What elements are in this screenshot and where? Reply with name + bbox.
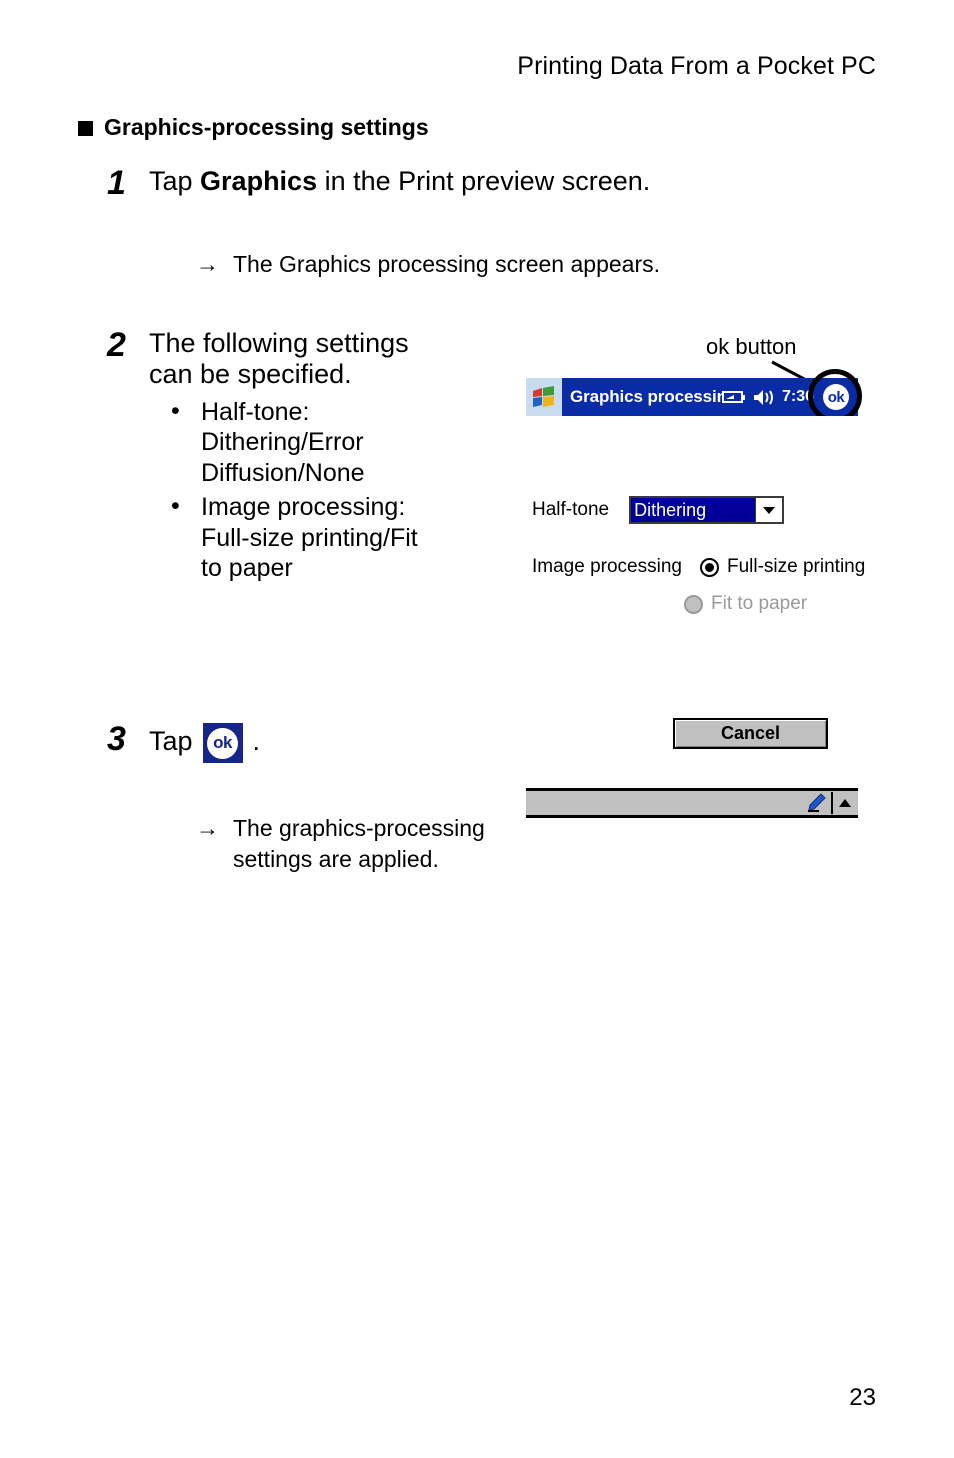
arrow-right-icon: →: [196, 815, 219, 841]
step-2-body: The following settings can be specified.…: [149, 328, 445, 588]
image-processing-row: Image processing Full-size printing: [532, 556, 865, 578]
step-1-text: Tap Graphics in the Print preview screen…: [149, 166, 650, 197]
halftone-row: Half-tone Dithering: [532, 496, 785, 524]
step-1-text-before: Tap: [149, 166, 201, 196]
step-1: 1 Tap Graphics in the Print preview scre…: [107, 164, 650, 202]
arrow-right-icon: →: [196, 251, 219, 277]
page-number: 23: [849, 1384, 876, 1411]
caret-down-glyph: [763, 506, 776, 514]
square-bullet-icon: [78, 121, 93, 136]
step-3: 3 Tap ok .: [107, 720, 261, 763]
device-title: Graphics processing: [570, 387, 722, 406]
radio-fullsize-label: Full-size printing: [726, 556, 866, 577]
section-heading: Graphics-processing settings: [78, 114, 429, 141]
chevron-down-icon[interactable]: [755, 498, 783, 522]
radio-selected-icon: [699, 557, 719, 577]
step-1-text-after: in the Print preview screen.: [317, 166, 651, 196]
step-3-text-before: Tap: [149, 726, 193, 757]
pen-icon[interactable]: [805, 792, 827, 814]
step-1-result: → The Graphics processing screen appears…: [196, 249, 660, 280]
step-2-text: The following settings can be specified.: [149, 328, 409, 390]
halftone-selected-value: Dithering: [631, 498, 756, 522]
ok-button[interactable]: ok: [823, 384, 849, 410]
step-3-number: 3: [107, 720, 126, 758]
halftone-select[interactable]: Dithering: [629, 496, 785, 524]
battery-icon[interactable]: [721, 389, 746, 405]
step-1-number: 1: [107, 164, 126, 202]
step-3-result: → The graphics-processing settings are a…: [196, 813, 596, 875]
caret-up-icon[interactable]: [839, 799, 851, 807]
clock-time[interactable]: 7:36: [782, 388, 814, 406]
radio-unselected-icon: [684, 594, 703, 614]
step-1-bold-term: Graphics: [200, 166, 318, 196]
radio-fit-to-paper[interactable]: Fit to paper: [684, 593, 807, 615]
radio-fullsize-printing[interactable]: Full-size printing: [699, 556, 866, 578]
step-3-text: Tap ok .: [149, 722, 261, 763]
image-processing-label: Image processing: [532, 556, 682, 577]
toolbar-divider: [831, 792, 833, 814]
section-heading-text: Graphics-processing settings: [104, 114, 429, 140]
step-2-number: 2: [107, 326, 126, 364]
pocketpc-screenshot: Graphics processing 7:36 ok Half-tone Di…: [526, 369, 865, 762]
halftone-label: Half-tone: [532, 499, 610, 520]
callout-label-ok-button: ok button: [706, 334, 797, 359]
device-input-panel-bar: [526, 788, 858, 818]
speaker-icon[interactable]: [753, 389, 775, 406]
step-2: 2 The following settings can be specifie…: [107, 326, 487, 588]
step-2-bullet-list: Half-tone: Dithering/Error Diffusion/Non…: [149, 396, 445, 584]
ok-icon: ok: [202, 723, 243, 763]
ok-icon-label: ok: [207, 727, 239, 759]
windows-flag-icon[interactable]: [526, 378, 562, 416]
device-content-area: Half-tone Dithering Image processing Ful…: [526, 416, 865, 762]
list-item: Image processing: Full-size printing/Fit…: [149, 491, 445, 584]
step-3-text-after: .: [252, 726, 261, 757]
windows-flag-glyph: [533, 386, 554, 407]
device-titlebar: Graphics processing 7:36 ok: [526, 369, 862, 423]
list-item: Half-tone: Dithering/Error Diffusion/Non…: [149, 396, 445, 489]
page-running-header: Printing Data From a Pocket PC: [517, 52, 876, 80]
cancel-button[interactable]: Cancel: [673, 718, 828, 749]
step-3-result-text: The graphics-processing settings are app…: [233, 815, 485, 873]
radio-fit-label: Fit to paper: [711, 593, 808, 614]
step-1-result-text: The Graphics processing screen appears.: [233, 251, 660, 277]
